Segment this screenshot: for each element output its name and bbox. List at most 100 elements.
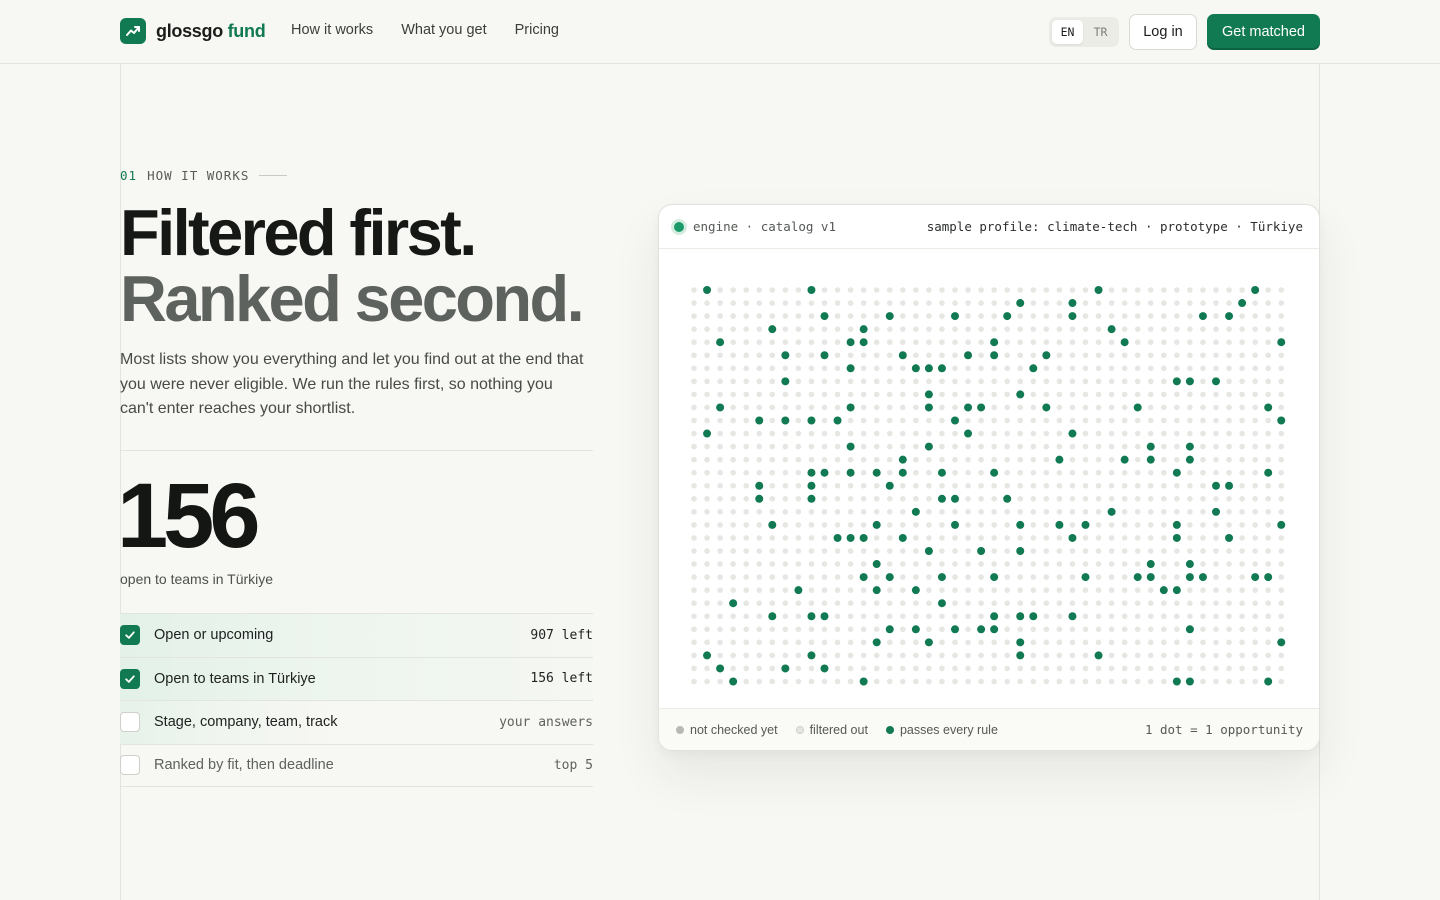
- opportunity-dot-pass: [898, 533, 907, 542]
- opportunity-dot-filtered: [1095, 626, 1102, 633]
- opportunity-dot-filtered: [860, 665, 867, 672]
- opportunity-dot-filtered: [782, 313, 789, 319]
- nav-link-what-you-get[interactable]: What you get: [401, 22, 486, 38]
- opportunity-dot-filtered: [1121, 417, 1128, 424]
- engine-card-header: engine · catalog v1 sample profile: clim…: [659, 205, 1319, 249]
- checkbox-checked-icon[interactable]: [120, 668, 140, 689]
- opportunity-dot-filtered: [1239, 339, 1245, 345]
- opportunity-dot-filtered: [1213, 626, 1219, 633]
- opportunity-dot-filtered: [1265, 548, 1271, 554]
- opportunity-dot-filtered: [952, 548, 958, 554]
- opportunity-dot-filtered: [1095, 404, 1102, 411]
- opportunity-dot-filtered: [1004, 587, 1010, 593]
- opportunity-dot-filtered: [1147, 300, 1154, 306]
- opportunity-dot-filtered: [808, 391, 815, 398]
- opportunity-dot-filtered: [886, 522, 893, 528]
- opportunity-dot-filtered: [1082, 535, 1089, 541]
- opportunity-dot-pass: [872, 586, 881, 595]
- opportunity-dot-filtered: [717, 313, 723, 319]
- opportunity-dot-filtered: [834, 496, 841, 502]
- opportunity-dot-filtered: [704, 561, 710, 567]
- opportunity-dot-filtered: [913, 548, 919, 554]
- opportunity-dot-filtered: [743, 587, 749, 593]
- opportunity-dot-filtered: [704, 626, 710, 633]
- opportunity-dot-filtered: [821, 417, 828, 424]
- opportunity-dot-filtered: [926, 587, 932, 593]
- opportunity-dot-filtered: [1056, 404, 1063, 411]
- opportunity-dot-filtered: [913, 574, 919, 580]
- opportunity-dot-filtered: [939, 561, 945, 567]
- opportunity-dot-filtered: [1200, 652, 1206, 659]
- opportunity-dot-filtered: [1108, 430, 1115, 437]
- opportunity-dot-filtered: [886, 430, 893, 437]
- checkbox-unchecked-icon[interactable]: [120, 712, 140, 733]
- opportunity-dot-filtered: [1226, 469, 1232, 476]
- login-button[interactable]: Log in: [1129, 14, 1197, 50]
- lang-option-tr[interactable]: TR: [1085, 20, 1116, 44]
- opportunity-dot-filtered: [873, 443, 880, 450]
- nav-link-how-it-works[interactable]: How it works: [291, 22, 373, 38]
- opportunity-dot-filtered: [873, 352, 880, 359]
- opportunity-dot-filtered: [1239, 509, 1245, 515]
- opportunity-dot-filtered: [1108, 300, 1115, 306]
- opportunity-dot-filtered: [873, 430, 880, 437]
- opportunity-dot-pass: [846, 533, 855, 542]
- opportunity-dot-filtered: [795, 496, 802, 502]
- lang-option-en[interactable]: EN: [1052, 20, 1083, 44]
- opportunity-dot-filtered: [1239, 600, 1245, 606]
- opportunity-dot-pass: [1264, 573, 1273, 582]
- opportunity-dot-pass: [1016, 638, 1025, 647]
- opportunity-dot-filtered: [769, 339, 776, 345]
- opportunity-dot-filtered: [886, 287, 893, 293]
- opportunity-dot-filtered: [1108, 469, 1115, 476]
- checkbox-checked-icon[interactable]: [120, 625, 140, 646]
- opportunity-dot-filtered: [1082, 378, 1089, 385]
- opportunity-dot-filtered: [939, 535, 945, 541]
- opportunity-dot-filtered: [1134, 639, 1141, 646]
- opportunity-dot-filtered: [821, 339, 828, 345]
- nav-link-pricing[interactable]: Pricing: [515, 22, 559, 38]
- get-matched-button[interactable]: Get matched: [1207, 14, 1320, 50]
- opportunity-dot-pass: [1094, 286, 1103, 294]
- opportunity-dot-filtered: [1082, 287, 1089, 293]
- opportunity-dot-filtered: [1043, 365, 1050, 372]
- opportunity-dot-filtered: [900, 561, 906, 567]
- opportunity-dot-filtered: [926, 300, 932, 306]
- opportunity-dot-filtered: [1095, 469, 1102, 476]
- opportunity-dot-filtered: [743, 430, 749, 437]
- opportunity-dot-filtered: [847, 548, 854, 554]
- opportunity-dot-filtered: [782, 678, 789, 685]
- rule-row-open-or-upcoming[interactable]: Open or upcoming 907 left: [120, 613, 593, 657]
- opportunity-dot-filtered: [952, 652, 958, 659]
- opportunity-dot-filtered: [1108, 352, 1115, 359]
- opportunity-dot-filtered: [1043, 535, 1050, 541]
- opportunity-dot-filtered: [1226, 496, 1232, 502]
- checkbox-unchecked-icon[interactable]: [120, 755, 140, 776]
- opportunity-dot-filtered: [952, 678, 958, 685]
- engine-card: engine · catalog v1 sample profile: clim…: [658, 204, 1320, 751]
- opportunity-dot-filtered: [1278, 469, 1285, 476]
- opportunity-dot-filtered: [926, 378, 932, 385]
- opportunity-dot-filtered: [1278, 300, 1285, 306]
- opportunity-dot-filtered: [913, 313, 919, 319]
- opportunity-dot-filtered: [691, 456, 697, 463]
- opportunity-dot-filtered: [860, 496, 867, 502]
- opportunity-dot-filtered: [1108, 456, 1115, 463]
- opportunity-dot-filtered: [900, 678, 906, 685]
- brand-logo[interactable]: glossgo fund: [120, 18, 266, 44]
- opportunity-dot-filtered: [834, 430, 841, 437]
- rule-row-open-to-turkiye[interactable]: Open to teams in Türkiye 156 left: [120, 656, 593, 700]
- rule-row-ranked-by-fit[interactable]: Ranked by fit, then deadline top 5: [120, 743, 593, 787]
- opportunity-dot-filtered: [1082, 326, 1089, 332]
- opportunity-dot-filtered: [1043, 626, 1050, 633]
- opportunity-dot-filtered: [952, 482, 958, 489]
- opportunity-dot-pass: [885, 312, 894, 321]
- opportunity-dot-filtered: [860, 287, 867, 293]
- opportunity-dot-filtered: [913, 339, 919, 345]
- opportunity-dot-filtered: [1252, 417, 1258, 424]
- opportunity-dot-filtered: [769, 417, 776, 424]
- opportunity-dot-pass: [1198, 312, 1207, 321]
- opportunity-dot-pass: [885, 481, 894, 490]
- rule-row-stage-company-team-track[interactable]: Stage, company, team, track your answers: [120, 700, 593, 744]
- opportunity-dot-pass: [911, 586, 920, 595]
